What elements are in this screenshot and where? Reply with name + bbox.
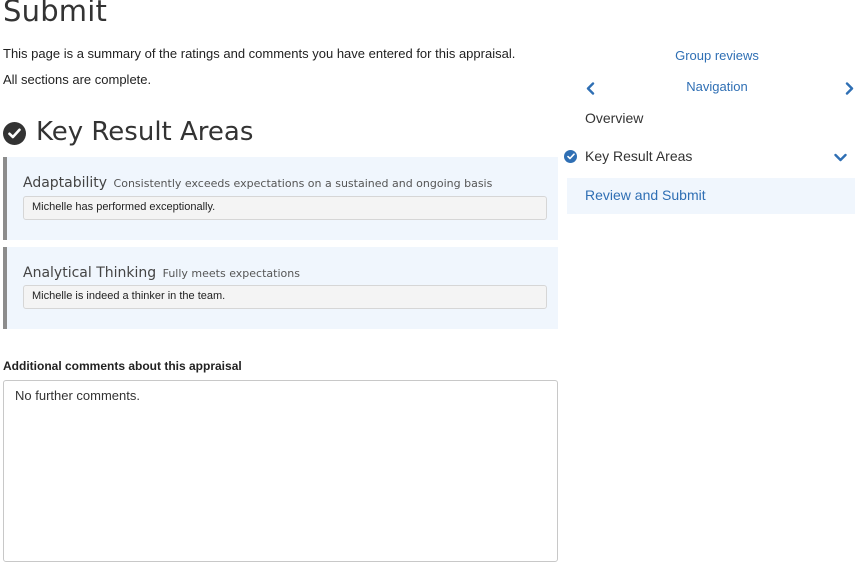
section-heading: Key Result Areas (3, 117, 253, 147)
kra-name: Adaptability (23, 175, 108, 191)
additional-comments-label: Additional comments about this appraisal (3, 359, 242, 373)
appraisal-submit-page: Submit This page is a summary of the rat… (0, 0, 855, 565)
nav-item-label: Review and Submit (585, 187, 706, 203)
page-title: Submit (3, 0, 108, 28)
kra-comment: Michelle is indeed a thinker in the team… (23, 285, 547, 309)
navigation-header: Navigation (567, 78, 855, 98)
check-circle-icon (564, 150, 577, 163)
kra-name: Analytical Thinking (23, 265, 157, 281)
kra-rating: Fully meets expectations (162, 267, 300, 280)
nav-item-label: Key Result Areas (585, 148, 693, 164)
nav-item-key-result-areas[interactable]: Key Result Areas (564, 139, 855, 175)
kra-header: Analytical Thinking Fully meets expectat… (23, 264, 300, 282)
kra-rating: Consistently exceeds expectations on a s… (113, 177, 493, 190)
chevron-right-icon[interactable] (841, 80, 855, 96)
nav-item-review-and-submit[interactable]: Review and Submit (567, 178, 855, 214)
summary-text: This page is a summary of the ratings an… (3, 46, 516, 61)
group-reviews-link[interactable]: Group reviews (567, 48, 855, 63)
chevron-down-icon[interactable] (833, 151, 847, 163)
kra-comment: Michelle has performed exceptionally. (23, 196, 547, 220)
kra-card-analytical-thinking: Analytical Thinking Fully meets expectat… (3, 247, 558, 329)
nav-item-overview[interactable]: Overview (567, 101, 855, 137)
check-circle-icon (3, 121, 26, 145)
sidebar-navigation: Group reviews Navigation Overview Key Re… (564, 0, 855, 565)
kra-header: Adaptability Consistently exceeds expect… (23, 174, 492, 192)
nav-item-label: Overview (585, 110, 644, 126)
additional-comments-input[interactable]: No further comments. (3, 380, 558, 562)
kra-card-adaptability: Adaptability Consistently exceeds expect… (3, 157, 558, 240)
navigation-title: Navigation (686, 79, 748, 94)
section-title: Key Result Areas (36, 117, 254, 147)
completion-status: All sections are complete. (3, 72, 152, 87)
